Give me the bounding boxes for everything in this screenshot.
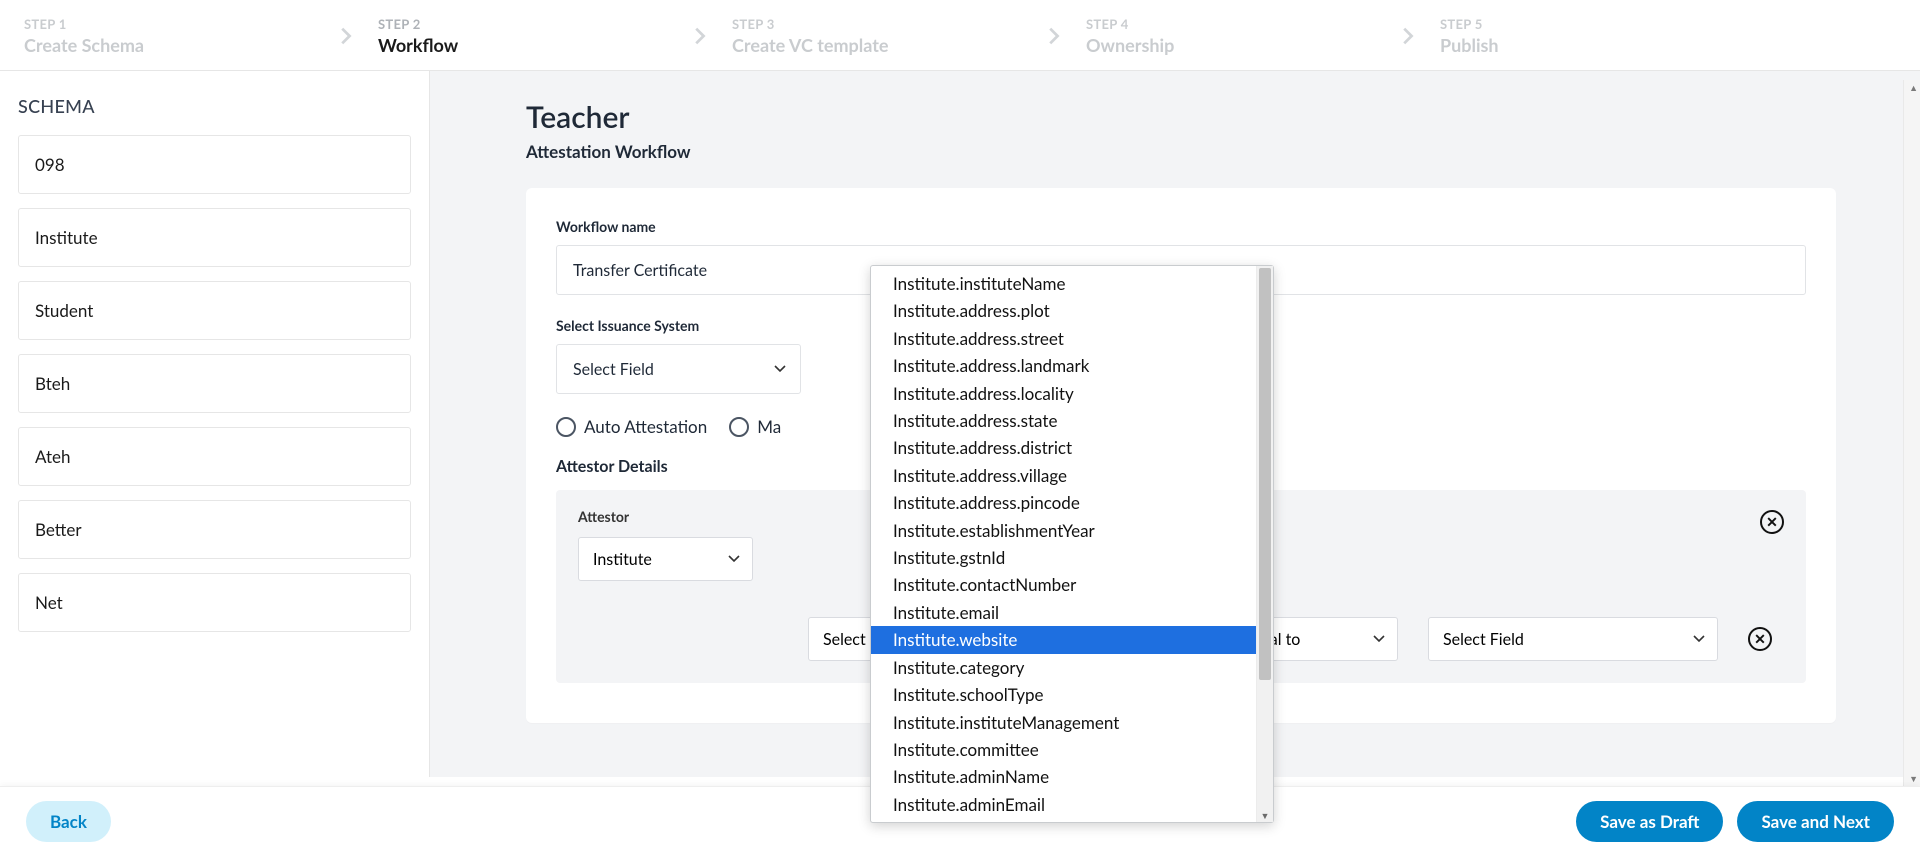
step-1[interactable]: STEP 1 Create Schema [24, 16, 334, 56]
save-next-button[interactable]: Save and Next [1737, 801, 1894, 842]
dropdown-option[interactable]: Institute.address.state [871, 407, 1256, 434]
dropdown-option[interactable]: Institute.instituteName [871, 270, 1256, 297]
step-label: STEP 4 [1086, 16, 1396, 32]
dropdown-option[interactable]: Institute.establishmentYear [871, 517, 1256, 544]
stepper: STEP 1 Create Schema STEP 2 Workflow STE… [0, 0, 1920, 71]
schema-item[interactable]: Net [18, 573, 411, 632]
dropdown-option[interactable]: Institute.address.locality [871, 380, 1256, 407]
close-icon[interactable]: ✕ [1748, 627, 1772, 651]
back-button[interactable]: Back [26, 801, 111, 842]
schema-item[interactable]: Ateh [18, 427, 411, 486]
dropdown-option[interactable]: Institute.address.district [871, 434, 1256, 461]
step-title: Create Schema [24, 34, 334, 56]
schema-item[interactable]: 098 [18, 135, 411, 194]
step-5[interactable]: STEP 5 Publish [1440, 16, 1750, 56]
sidebar-title: SCHEMA [18, 95, 411, 117]
issuance-select[interactable]: Select Field [556, 344, 801, 394]
step-label: STEP 3 [732, 16, 1042, 32]
chevron-right-icon [688, 25, 718, 47]
page-scrollbar[interactable]: ▲ ▼ [1903, 80, 1920, 786]
chevron-right-icon [1042, 25, 1072, 47]
step-label: STEP 2 [378, 16, 688, 32]
condition-value-select[interactable]: Select Field [1428, 617, 1718, 661]
save-draft-button[interactable]: Save as Draft [1576, 801, 1723, 842]
chevron-right-icon [1396, 25, 1426, 47]
dropdown-list: Institute.instituteNameInstitute.address… [871, 266, 1256, 822]
page-subtitle: Attestation Workflow [526, 141, 1836, 162]
chevron-down-icon[interactable]: ▼ [1909, 773, 1918, 784]
dropdown-option[interactable]: Institute.email [871, 599, 1256, 626]
scrollbar[interactable]: ▼ [1256, 266, 1273, 822]
dropdown-option[interactable]: Institute.adminEmail [871, 791, 1256, 818]
attestor-select[interactable]: Institute [578, 537, 753, 581]
radio-manual-attestation[interactable]: Ma [729, 416, 781, 437]
workflow-name-label: Workflow name [556, 218, 1806, 235]
radio-label: Ma [757, 416, 781, 437]
radio-icon [729, 417, 749, 437]
dropdown-option[interactable]: Institute.schoolType [871, 681, 1256, 708]
dropdown-option[interactable]: Institute.address.village [871, 462, 1256, 489]
dropdown-option[interactable]: Institute.address.plot [871, 297, 1256, 324]
radio-auto-attestation[interactable]: Auto Attestation [556, 416, 707, 437]
dropdown-option[interactable]: Institute.category [871, 654, 1256, 681]
step-3[interactable]: STEP 3 Create VC template [732, 16, 1042, 56]
dropdown-option[interactable]: Institute.adminName [871, 763, 1256, 790]
close-icon[interactable]: ✕ [1760, 510, 1784, 534]
dropdown-option[interactable]: Institute.gstnId [871, 544, 1256, 571]
step-2[interactable]: STEP 2 Workflow [378, 16, 688, 56]
chevron-down-icon[interactable]: ▼ [1260, 809, 1270, 821]
dropdown-option[interactable]: Institute.website [871, 626, 1256, 653]
step-4[interactable]: STEP 4 Ownership [1086, 16, 1396, 56]
schema-item[interactable]: Bteh [18, 354, 411, 413]
step-title: Workflow [378, 34, 688, 56]
chevron-right-icon [334, 25, 364, 47]
schema-item[interactable]: Student [18, 281, 411, 340]
dropdown-option[interactable]: Institute.address.landmark [871, 352, 1256, 379]
step-title: Create VC template [732, 34, 1042, 56]
sidebar: SCHEMA 098 Institute Student Bteh Ateh B… [0, 71, 430, 777]
dropdown-option[interactable]: Institute.instituteManagement [871, 709, 1256, 736]
scrollbar-thumb[interactable] [1259, 268, 1271, 680]
schema-item[interactable]: Institute [18, 208, 411, 267]
radio-label: Auto Attestation [584, 416, 707, 437]
step-title: Publish [1440, 34, 1750, 56]
chevron-up-icon[interactable]: ▲ [1909, 82, 1918, 93]
dropdown-option[interactable]: Institute.address.pincode [871, 489, 1256, 516]
dropdown-option[interactable]: Institute.address.street [871, 325, 1256, 352]
issuance-label: Select Issuance System [556, 317, 801, 334]
radio-icon [556, 417, 576, 437]
dropdown-option[interactable]: Institute.committee [871, 736, 1256, 763]
page-title: Teacher [526, 99, 1836, 135]
step-title: Ownership [1086, 34, 1396, 56]
field-dropdown[interactable]: Institute.instituteNameInstitute.address… [870, 265, 1274, 823]
schema-item[interactable]: Better [18, 500, 411, 559]
step-label: STEP 5 [1440, 16, 1750, 32]
dropdown-option[interactable]: Institute.contactNumber [871, 571, 1256, 598]
step-label: STEP 1 [24, 16, 334, 32]
